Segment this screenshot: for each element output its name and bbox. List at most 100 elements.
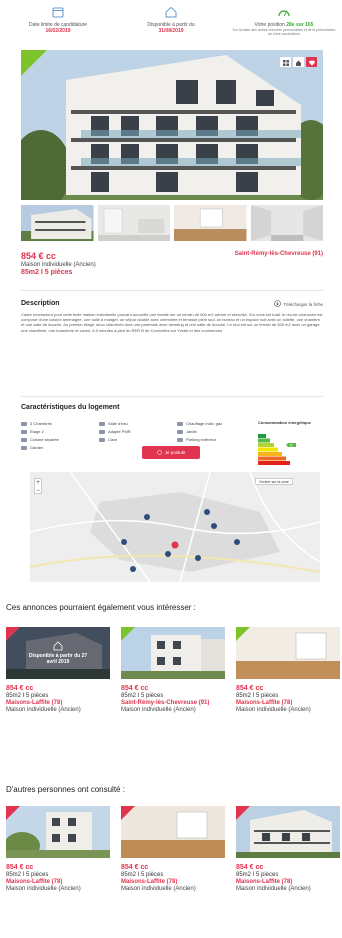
listing-card[interactable]: 854 € cc 85m2 I 5 pièces Maisons-Laffite…	[236, 627, 340, 713]
corner-ribbon	[21, 50, 47, 76]
card-city[interactable]: Maisons-Laffite (78)	[121, 879, 225, 885]
description-title: Description	[21, 300, 60, 307]
listing-card[interactable]: 854 € cc 85m2 I 5 pièces Maisons-Laffite…	[236, 806, 340, 892]
feature-item: Chauffage indiv. gaz	[177, 421, 222, 426]
listing-size: 85m2 I 5 pièces	[21, 269, 73, 276]
listing-card[interactable]: Disponible à partir du 27 avril 2019 854…	[6, 627, 110, 713]
home-icon	[53, 641, 63, 653]
download-link[interactable]: Télécharger la fiche	[274, 300, 323, 308]
card-price: 854 € cc	[121, 864, 149, 871]
info-position: Votre position 28e sur 165 Sur la base d…	[232, 0, 336, 46]
listing-type: Maison individuelle (Ancien)	[21, 262, 96, 268]
bed-icon	[21, 421, 27, 426]
card-size: 85m2 I 5 pièces	[121, 872, 164, 878]
info-position-sub: Sur la base des autres données personnel…	[232, 28, 336, 37]
card-size: 85m2 I 5 pièces	[6, 872, 49, 878]
feature-label: Garden	[30, 445, 44, 450]
parking-icon	[177, 437, 183, 442]
divider	[21, 396, 323, 397]
apply-label: Je postule	[164, 450, 186, 455]
map-search-button[interactable]: Centrer sur la zone	[255, 478, 293, 485]
building-illustration	[21, 50, 323, 200]
feature-label: Etage 2	[30, 429, 44, 434]
favorite-button[interactable]	[306, 57, 317, 67]
apply-button[interactable]: Je postule	[142, 446, 200, 459]
card-type: Maison individuelle (Ancien)	[121, 886, 196, 892]
similar-listings-title: Ces annonces pourraient également vous i…	[6, 603, 196, 612]
hero-actions	[280, 57, 317, 67]
zoom-out-button[interactable]: −	[35, 487, 41, 495]
cave-icon	[99, 437, 105, 442]
hero-photo[interactable]	[21, 50, 323, 200]
card-city[interactable]: Maisons-Laffite (78)	[236, 879, 340, 885]
feature-label: 3 Chambres	[30, 421, 52, 426]
feature-item: Cave	[99, 437, 117, 442]
features-title: Caractéristiques du logement	[21, 404, 120, 411]
thumbnail-strip	[21, 205, 323, 241]
grid-icon	[282, 53, 289, 71]
card-ribbon	[121, 806, 135, 820]
listing-card[interactable]: 854 € cc 85m2 I 5 pièces Saint-Rémy-lès-…	[121, 627, 225, 713]
zoom-controls: + −	[34, 478, 42, 494]
kitchen-icon	[21, 437, 27, 442]
card-price: 854 € cc	[236, 864, 264, 871]
feature-item: Parking extérieur	[177, 437, 216, 442]
listing-summary: 854 € cc Maison individuelle (Ancien) 85…	[21, 251, 323, 276]
info-available: Disponible à partir du 31/08/2019	[119, 0, 223, 46]
card-photo: Disponible à partir du 27 avril 2019	[6, 627, 110, 679]
card-city[interactable]: Maisons-Laffite (78)	[236, 700, 340, 706]
listing-card[interactable]: 854 € cc 85m2 I 5 pièces Maisons-Laffite…	[121, 806, 225, 892]
card-photo	[236, 627, 340, 679]
card-type: Maison individuelle (Ancien)	[6, 707, 81, 713]
card-price: 854 € cc	[6, 864, 34, 871]
similar-listings: Disponible à partir du 27 avril 2019 854…	[6, 627, 340, 737]
card-photo	[236, 806, 340, 858]
share-button[interactable]	[293, 57, 304, 67]
feature-label: Chauffage indiv. gaz	[186, 421, 223, 426]
divider	[21, 290, 323, 291]
others-viewed-listings: 854 € cc 85m2 I 5 pièces Maisons-Laffite…	[6, 806, 340, 916]
send-icon	[156, 449, 162, 456]
feature-item: 3 Chambres	[21, 421, 52, 426]
feature-item: Etage 2	[21, 429, 44, 434]
feature-item: Cuisine séparée	[21, 437, 59, 442]
map[interactable]: + − Centrer sur la zone	[30, 472, 326, 588]
energy-label: Consommation énergétique	[258, 420, 311, 425]
card-size: 85m2 I 5 pièces	[236, 693, 279, 699]
feature-item: Salle d'eau	[99, 421, 128, 426]
feature-label: Cuisine séparée	[30, 437, 59, 442]
card-type: Maison individuelle (Ancien)	[6, 886, 81, 892]
thumbnail-4[interactable]	[250, 205, 323, 241]
description-text: Cadre enchanteur pour cette belle maison…	[21, 312, 323, 333]
feature-label: Jardin	[186, 429, 197, 434]
gallery-button[interactable]	[280, 57, 291, 67]
thumbnail-2[interactable]	[97, 205, 170, 241]
listing-card[interactable]: 854 € cc 85m2 I 5 pièces Maisons-Laffite…	[6, 806, 110, 892]
top-info-bar: Date limite de candidature 16/02/2019 Di…	[0, 0, 342, 46]
card-ribbon	[236, 627, 250, 641]
card-price: 854 € cc	[121, 685, 149, 692]
zoom-in-button[interactable]: +	[35, 479, 41, 487]
stairs-icon	[21, 429, 27, 434]
energy-scale: C	[258, 434, 296, 465]
listing-city: Saint-Rémy-lès-Chevreuse (91)	[234, 251, 323, 257]
card-ribbon	[121, 627, 135, 641]
card-type: Maison individuelle (Ancien)	[236, 886, 311, 892]
gauge-icon	[232, 6, 336, 18]
thumbnail-1[interactable]	[21, 205, 94, 241]
card-city[interactable]: Saint-Rémy-lès-Chevreuse (91)	[121, 700, 225, 706]
map-canvas[interactable]	[30, 472, 320, 582]
shower-icon	[99, 421, 105, 426]
card-city[interactable]: Maisons-Laffite (78)	[6, 879, 110, 885]
thumbnail-3[interactable]	[174, 205, 247, 241]
card-size: 85m2 I 5 pièces	[236, 872, 279, 878]
card-type: Maison individuelle (Ancien)	[236, 707, 311, 713]
card-city[interactable]: Maisons-Laffite (78)	[6, 700, 110, 706]
download-label: Télécharger la fiche	[283, 301, 323, 307]
garden-icon	[21, 445, 27, 450]
card-photo	[121, 806, 225, 858]
card-size: 85m2 I 5 pièces	[121, 693, 164, 699]
card-price: 854 € cc	[6, 685, 34, 692]
heating-icon	[177, 421, 183, 426]
feature-item: Jardin	[177, 429, 197, 434]
